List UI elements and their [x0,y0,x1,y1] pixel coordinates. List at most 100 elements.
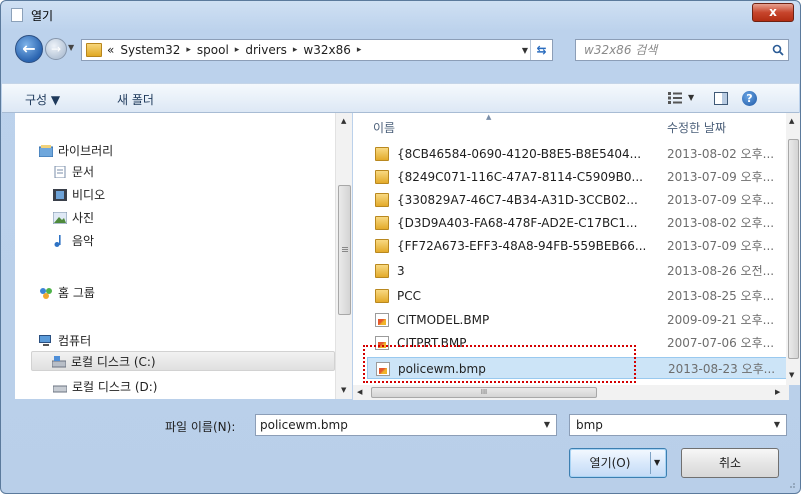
search-input[interactable]: w32x86 검색 [575,39,789,61]
file-list-vertical-scrollbar[interactable]: ▲ ▼ [786,113,800,385]
breadcrumb-spool[interactable]: spool [197,43,229,57]
preview-pane-icon[interactable] [714,92,728,105]
nav-drive-d-label: 로컬 디스크 (D:) [72,380,158,394]
folder-icon [375,264,389,278]
refresh-icon[interactable]: ⇆ [530,40,552,60]
nav-videos[interactable]: 비디오 [53,185,105,205]
split-divider [650,452,651,474]
drive-d-icon [53,385,67,393]
file-row[interactable]: 3 2013-08-26 오전... [367,260,787,282]
nav-music[interactable]: 음악 [53,231,94,251]
scrollbar-thumb[interactable] [788,139,799,359]
image-file-icon [375,313,389,327]
search-icon[interactable] [772,44,784,56]
drive-c-icon [52,356,66,368]
forward-button[interactable]: → [45,38,67,60]
breadcrumb-overflow[interactable]: « [107,43,114,57]
selection-highlight-annotation [363,345,636,383]
window-title: 열기 [31,9,54,23]
recent-locations-dropdown[interactable]: ▼ [68,43,74,52]
nav-documents[interactable]: 문서 [53,162,94,182]
column-header-date[interactable]: 수정한 날짜 [667,119,726,136]
help-icon[interactable]: ? [742,91,757,106]
breadcrumb-separator[interactable]: ▸ [235,45,240,55]
address-bar[interactable]: « System32 ▸ spool ▸ drivers ▸ w32x86 ▸ … [81,39,553,61]
documents-icon [54,166,66,178]
file-row[interactable]: {D3D9A403-FA68-478F-AD2E-C17BC1... 2013-… [367,212,787,234]
view-dropdown[interactable]: ▼ [688,93,694,102]
title-bar: 열기 x [1,1,800,29]
scrollbar-thumb[interactable] [338,185,351,315]
cancel-button[interactable]: 취소 [681,448,779,478]
music-icon [54,235,61,247]
nav-pictures[interactable]: 사진 [53,208,94,228]
folder-icon [375,147,389,161]
file-name: 3 [397,264,405,278]
column-header-name[interactable]: 이름 [373,119,395,136]
scroll-left-icon[interactable]: ◀ [357,388,362,396]
scroll-right-icon[interactable]: ▶ [775,388,780,396]
navigation-scrollbar[interactable]: ▲ ▼ [335,113,352,399]
nav-drive-d[interactable]: 로컬 디스크 (D:) [53,377,157,397]
nav-homegroup[interactable]: 홈 그룹 [39,283,95,303]
close-button[interactable]: x [752,3,794,22]
nav-drive-c-label: 로컬 디스크 (C:) [71,355,156,369]
video-icon [53,189,67,201]
nav-computer-label: 컴퓨터 [58,334,92,348]
nav-videos-label: 비디오 [72,188,106,202]
filetype-select[interactable]: bmp ▼ [569,414,787,436]
filename-label: 파일 이름(N): [165,420,236,434]
file-name: CITMODEL.BMP [397,313,490,327]
breadcrumb-separator[interactable]: ▸ [357,45,362,55]
scroll-down-icon[interactable]: ▼ [789,371,794,379]
filename-value: policewm.bmp [260,418,348,432]
file-date: 2013-07-09 오후... [667,170,775,184]
file-list-horizontal-scrollbar[interactable]: ◀ III ▶ [353,385,789,400]
file-row[interactable]: {FF72A673-EFF3-48A8-94FB-559BEB66... 201… [367,235,787,257]
scroll-up-icon[interactable]: ▲ [341,117,346,125]
open-dialog: 열기 x ← → ▼ « System32 ▸ spool ▸ drivers … [0,0,801,494]
new-folder-button[interactable]: 새 폴더 [117,91,154,108]
file-date: 2013-08-25 오후... [667,289,775,303]
file-row[interactable]: {8249C071-116C-47A7-8114-C5909B0... 2013… [367,166,787,188]
view-options-icon[interactable] [668,92,682,104]
folder-icon [375,239,389,253]
back-button[interactable]: ← [15,35,43,63]
dialog-icon [11,8,23,22]
file-name: {330829A7-46C7-4B34-A31D-3CCB02... [397,193,638,207]
file-row[interactable]: CITMODEL.BMP 2009-09-21 오후... [367,309,787,331]
nav-music-label: 음악 [72,234,95,248]
organize-menu[interactable]: 구성 ▼ [25,91,60,108]
folder-icon [375,289,389,303]
breadcrumb-separator[interactable]: ▸ [293,45,298,55]
file-row[interactable]: PCC 2013-08-25 오후... [367,285,787,307]
breadcrumb-separator[interactable]: ▸ [186,45,191,55]
file-date: 2013-07-09 오후... [667,239,775,253]
address-dropdown[interactable]: ▼ [522,46,528,55]
file-date: 2013-08-23 오후... [668,362,776,376]
filename-input[interactable]: policewm.bmp ▼ [255,414,557,436]
folder-icon [375,216,389,230]
resize-grip-icon[interactable] [786,479,796,489]
nav-computer[interactable]: 컴퓨터 [39,331,91,351]
file-date: 2013-08-26 오전... [667,264,775,278]
file-row[interactable]: {330829A7-46C7-4B34-A31D-3CCB02... 2013-… [367,189,787,211]
file-date: 2007-07-06 오후... [667,336,775,350]
file-date: 2009-09-21 오후... [667,313,775,327]
breadcrumb-system32[interactable]: System32 [120,43,180,57]
scrollbar-thumb[interactable]: III [371,387,597,398]
open-options-dropdown-icon[interactable]: ▼ [654,458,660,467]
breadcrumb-w32x86[interactable]: w32x86 [303,43,350,57]
scroll-up-icon[interactable]: ▲ [789,117,794,125]
homegroup-icon [40,288,52,299]
filetype-dropdown-icon[interactable]: ▼ [774,415,780,435]
scroll-down-icon[interactable]: ▼ [341,386,346,394]
file-row[interactable]: {8CB46584-0690-4120-B8E5-B8E5404... 2013… [367,143,787,165]
library-icon [39,145,53,157]
nav-drive-c[interactable]: 로컬 디스크 (C:) [31,351,335,371]
breadcrumb-drivers[interactable]: drivers [245,43,287,57]
filename-dropdown-icon[interactable]: ▼ [544,415,550,435]
open-button[interactable]: 열기(O) ▼ [569,448,667,478]
nav-library[interactable]: 라이브러리 [39,141,113,161]
file-name: {D3D9A403-FA68-478F-AD2E-C17BC1... [397,216,638,230]
